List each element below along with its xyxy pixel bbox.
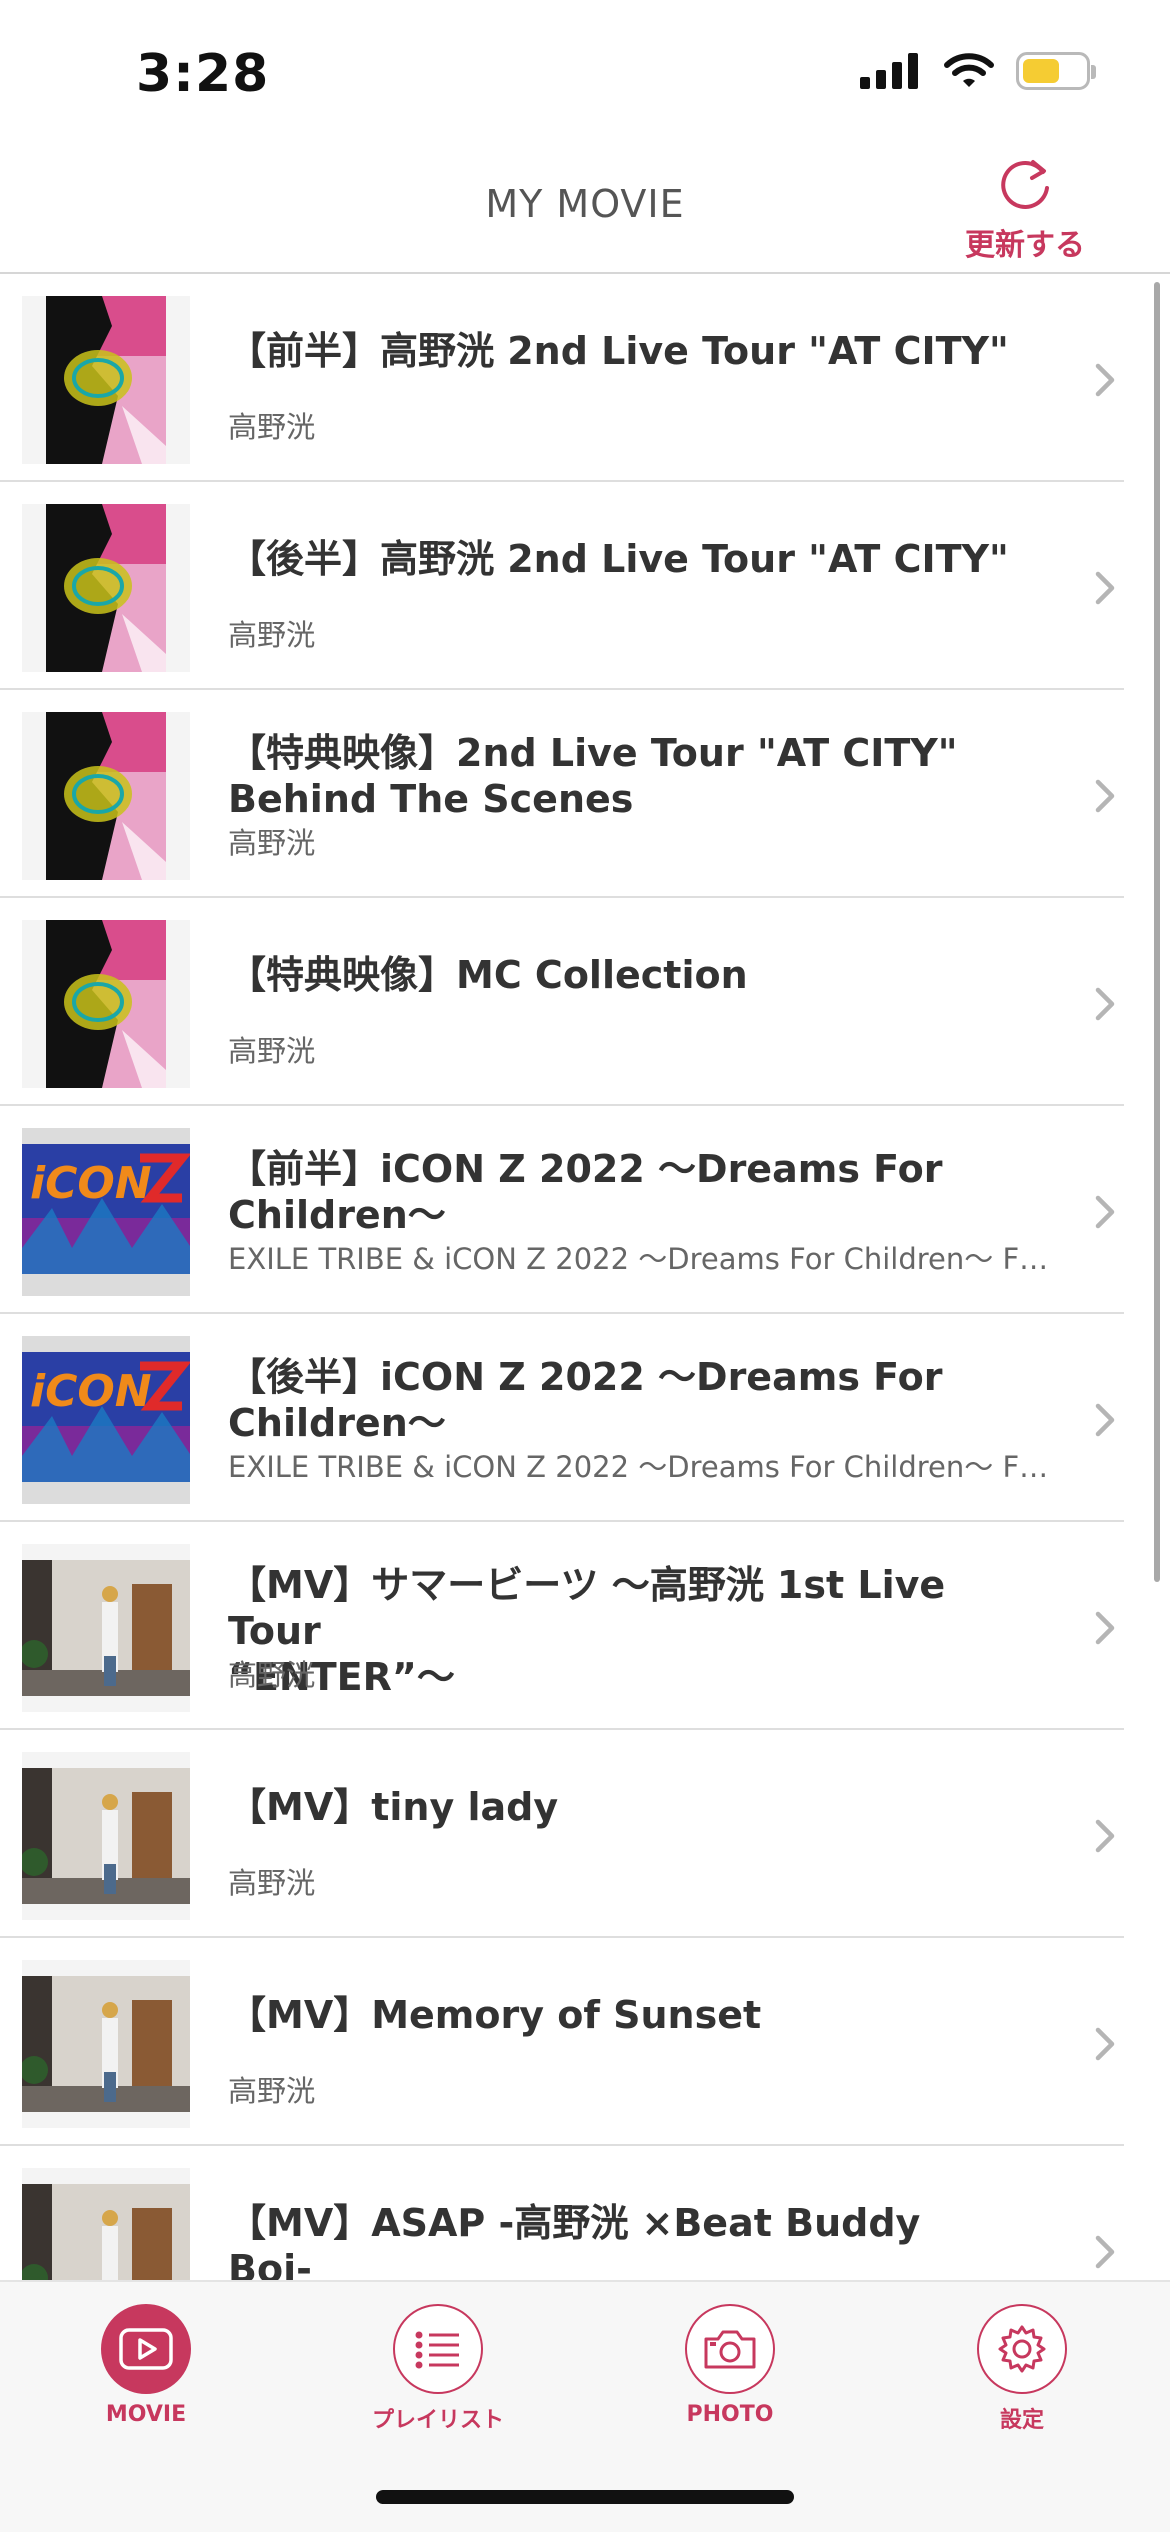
cellular-signal-icon <box>860 53 918 89</box>
movie-title: 【前半】iCON Z 2022 ～Dreams For Children～ <box>228 1147 943 1237</box>
gear-icon <box>977 2304 1067 2394</box>
chevron-right-icon <box>1090 1814 1120 1858</box>
movie-artist: EXILE TRIBE & iCON Z 2022 ～Dreams For Ch… <box>228 1242 1054 1276</box>
tab-movie[interactable]: MOVIE <box>56 2304 236 2427</box>
refresh-label: 更新する <box>965 228 1085 263</box>
list-item[interactable]: 【MV】tiny lady 高野洸 <box>0 1730 1124 1938</box>
movie-thumbnail <box>22 712 190 880</box>
scrollbar[interactable] <box>1154 282 1160 1582</box>
chevron-right-icon <box>1090 2230 1120 2274</box>
tab-playlist[interactable]: プレイリスト <box>348 2304 528 2434</box>
tab-photo[interactable]: PHOTO <box>640 2304 820 2427</box>
movie-artist: EXILE TRIBE & iCON Z 2022 ～Dreams For Ch… <box>228 1450 1054 1484</box>
refresh-button[interactable]: 更新する <box>950 152 1100 264</box>
chevron-right-icon <box>1090 566 1120 610</box>
wifi-icon <box>944 53 994 87</box>
list-item[interactable]: 【MV】サマービーツ ～高野洸 1st Live Tour “ENTER”～ 高野… <box>0 1522 1124 1730</box>
movie-artist: 高野洸 <box>228 826 316 860</box>
list-item[interactable]: 【特典映像】MC Collection 高野洸 <box>0 898 1124 1106</box>
tab-label-playlist: プレイリスト <box>371 2408 504 2433</box>
tab-label-movie: MOVIE <box>105 2402 187 2427</box>
chevron-right-icon <box>1090 774 1120 818</box>
svg-text:iCON: iCON <box>30 1366 152 1417</box>
chevron-right-icon <box>1090 1606 1120 1650</box>
status-bar: 3:28 <box>0 0 1170 140</box>
movie-title: 【MV】Memory of Sunset <box>228 1993 762 2037</box>
movie-title: 【前半】高野洸 2nd Live Tour "AT CITY" <box>228 329 1009 373</box>
movie-thumbnail <box>22 1960 190 2128</box>
status-time: 3:28 <box>136 44 270 104</box>
movie-thumbnail: iCON <box>22 1128 190 1296</box>
list-item[interactable]: iCON 【前半】iCON Z 2022 ～Dreams For Children… <box>0 1106 1124 1314</box>
movie-thumbnail: iCON <box>22 1336 190 1504</box>
list-item[interactable]: 【MV】Memory of Sunset 高野洸 <box>0 1938 1124 2146</box>
chevron-right-icon <box>1090 1398 1120 1442</box>
movie-thumbnail <box>22 1752 190 1920</box>
chevron-right-icon <box>1090 1190 1120 1234</box>
list-item[interactable]: iCON 【後半】iCON Z 2022 ～Dreams For Children… <box>0 1314 1124 1522</box>
list-item[interactable]: 【前半】高野洸 2nd Live Tour "AT CITY" 高野洸 <box>0 274 1124 482</box>
home-indicator[interactable] <box>376 2490 794 2504</box>
svg-text:iCON: iCON <box>30 1158 152 1209</box>
refresh-icon <box>1001 160 1049 209</box>
play-icon <box>101 2304 191 2394</box>
movie-thumbnail <box>22 504 190 672</box>
nav-header: MY MOVIE 更新する <box>0 140 1170 274</box>
movie-title: 【後半】iCON Z 2022 ～Dreams For Children～ <box>228 1355 943 1445</box>
chevron-right-icon <box>1090 358 1120 402</box>
movie-thumbnail <box>22 920 190 1088</box>
movie-artist: 高野洸 <box>228 1658 316 1692</box>
movie-list[interactable]: 【前半】高野洸 2nd Live Tour "AT CITY" 高野洸 【後半】高野… <box>0 274 1170 2280</box>
camera-icon <box>685 2304 775 2394</box>
tab-label-settings: 設定 <box>999 2408 1044 2433</box>
movie-artist: 高野洸 <box>228 410 316 444</box>
chevron-right-icon <box>1090 982 1120 1026</box>
list-item[interactable]: 【特典映像】2nd Live Tour "AT CITY" Behind The… <box>0 690 1124 898</box>
status-icons <box>860 52 1096 90</box>
movie-artist: 高野洸 <box>228 2074 316 2108</box>
movie-artist: 高野洸 <box>228 618 316 652</box>
movie-title: 【後半】高野洸 2nd Live Tour "AT CITY" <box>228 537 1009 581</box>
movie-artist: 高野洸 <box>228 1866 316 1900</box>
movie-title: 【特典映像】MC Collection <box>228 953 748 997</box>
list-item[interactable]: 【MV】ASAP -高野洸 ×Beat Buddy Boi- <box>0 2146 1124 2280</box>
tab-settings[interactable]: 設定 <box>932 2304 1112 2434</box>
movie-title: 【MV】ASAP -高野洸 ×Beat Buddy Boi- <box>228 2201 921 2280</box>
tab-label-photo: PHOTO <box>686 2402 774 2427</box>
list-item[interactable]: 【後半】高野洸 2nd Live Tour "AT CITY" 高野洸 <box>0 482 1124 690</box>
movie-artist: 高野洸 <box>228 1034 316 1068</box>
chevron-right-icon <box>1090 2022 1120 2066</box>
movie-thumbnail <box>22 2168 190 2280</box>
list-icon <box>393 2304 483 2394</box>
movie-title: 【MV】tiny lady <box>228 1785 559 1829</box>
battery-icon <box>1016 52 1096 90</box>
movie-title: 【特典映像】2nd Live Tour "AT CITY" Behind The… <box>228 731 958 821</box>
movie-thumbnail <box>22 1544 190 1712</box>
movie-thumbnail <box>22 296 190 464</box>
